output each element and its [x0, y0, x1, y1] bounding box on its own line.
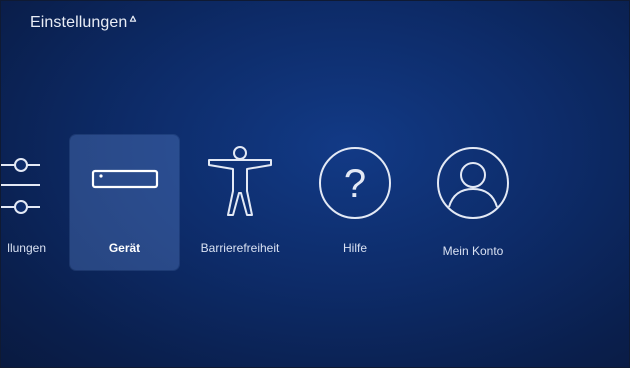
sliders-icon [0, 158, 40, 214]
svg-text:?: ? [344, 162, 366, 206]
notification-icon [130, 15, 137, 22]
settings-menu: llungen Gerät Barrierefreiheit ? Hilfe M… [0, 135, 630, 270]
menu-item-device[interactable]: Gerät [70, 135, 179, 270]
header: Einstellungen [30, 14, 137, 32]
menu-item-label: llungen [7, 241, 46, 255]
account-icon [437, 147, 509, 219]
menu-item-account[interactable]: Mein Konto [422, 135, 524, 270]
help-icon: ? [319, 147, 391, 219]
menu-item-help[interactable]: ? Hilfe [305, 135, 405, 270]
accessibility-icon [208, 146, 272, 216]
page-title: Einstellungen [30, 14, 128, 31]
menu-item-settings[interactable]: llungen [0, 135, 70, 270]
menu-item-label: Mein Konto [442, 244, 504, 258]
menu-item-label: Hilfe [342, 241, 367, 255]
menu-item-accessibility[interactable]: Barrierefreiheit [180, 135, 300, 270]
menu-item-label: Barrierefreiheit [200, 241, 280, 255]
settings-screen: Einstellungen llungen Gerät Barrierefrei… [0, 0, 630, 368]
device-icon [91, 169, 158, 189]
menu-item-label: Gerät [108, 241, 141, 255]
